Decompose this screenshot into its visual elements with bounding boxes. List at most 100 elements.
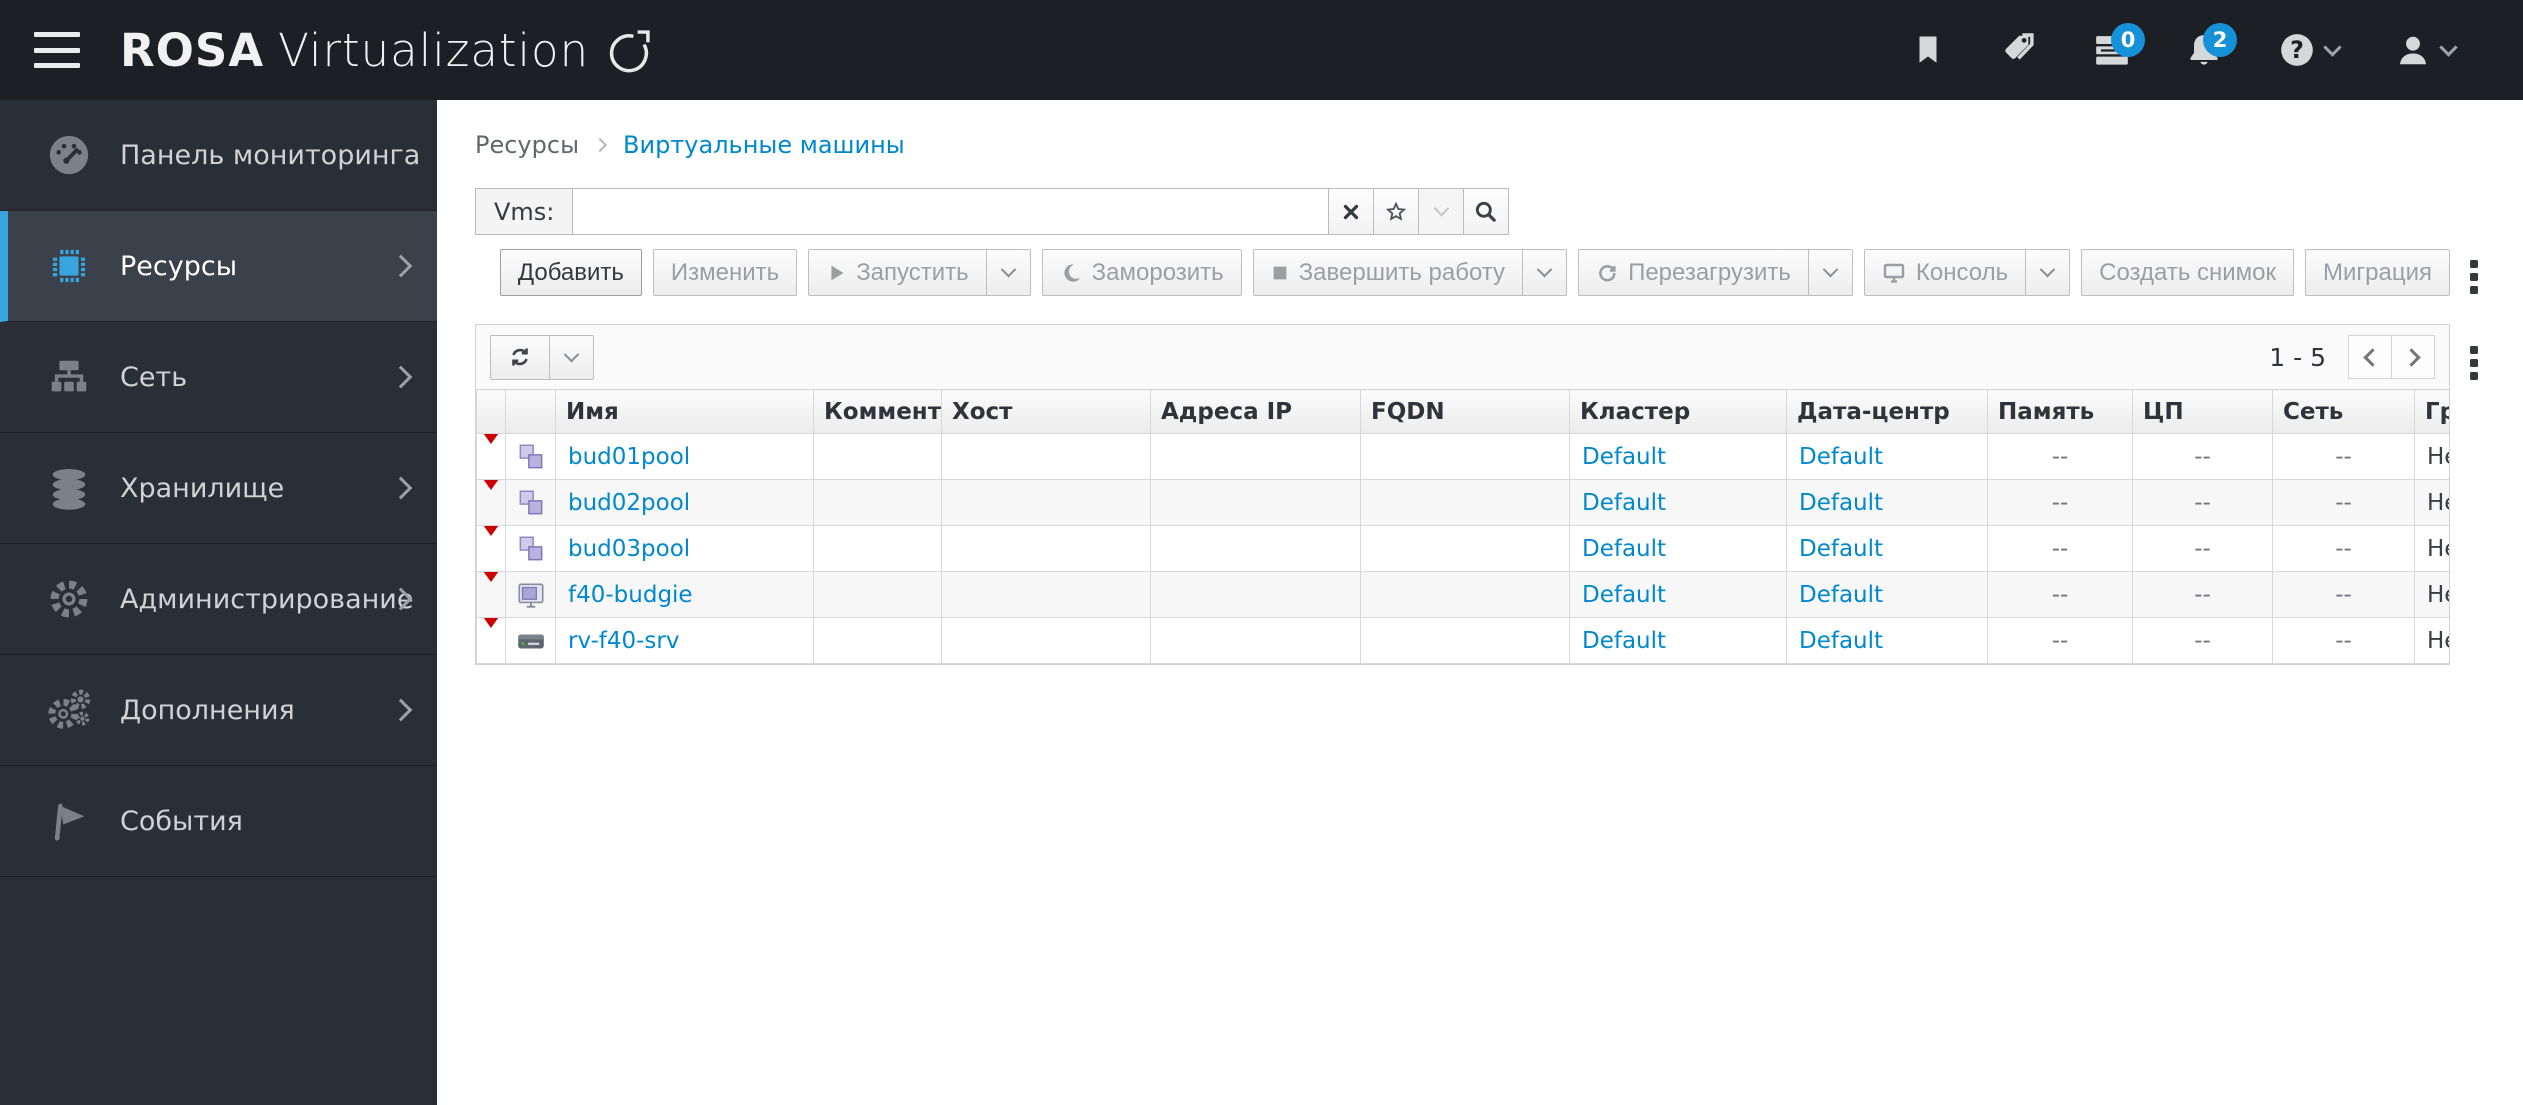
grid-toolbar: 1 - 5	[476, 325, 2449, 389]
col-name[interactable]: Имя	[555, 389, 814, 434]
clear-search-button[interactable]	[1329, 188, 1374, 235]
sidebar-item-addons[interactable]: Дополнения	[0, 655, 437, 766]
col-ip[interactable]: Адреса IP	[1150, 389, 1361, 434]
vm-name-link[interactable]: bud03pool	[568, 536, 690, 562]
shutdown-vm-button[interactable]: Завершить работу	[1252, 249, 1524, 296]
suspend-vm-button[interactable]: Заморозить	[1041, 249, 1242, 296]
breadcrumb-current[interactable]: Виртуальные машины	[623, 131, 905, 159]
sidebar-item-compute[interactable]: Ресурсы	[0, 211, 437, 322]
sidebar-item-storage[interactable]: Хранилище	[0, 433, 437, 544]
sidebar-item-dashboard[interactable]: Панель мониторинга	[0, 100, 437, 211]
help-menu[interactable]: ?	[2265, 15, 2351, 85]
saved-search-dropdown[interactable]	[1419, 188, 1464, 235]
next-page-button[interactable]	[2391, 335, 2435, 379]
alerts-badge: 2	[2203, 23, 2237, 57]
vm-cpu: --	[2132, 525, 2273, 572]
bell-icon[interactable]: 2	[2173, 15, 2237, 85]
table-row[interactable]: bud01pool Default Default -- -- -- Нет	[476, 433, 2449, 480]
user-menu[interactable]	[2381, 15, 2467, 85]
search-button[interactable]	[1464, 188, 1509, 235]
search-input[interactable]	[572, 188, 1329, 235]
col-graphics[interactable]: Графи	[2414, 389, 2449, 434]
bookmark-icon[interactable]	[1897, 15, 1959, 85]
vm-ip	[1150, 571, 1361, 618]
brand-logo[interactable]: ROSA Virtualization	[120, 24, 655, 77]
vm-name-link[interactable]: bud02pool	[568, 490, 690, 516]
datacenter-link[interactable]: Default	[1799, 582, 1883, 608]
star-icon	[1385, 201, 1407, 221]
shutdown-vm-dropdown[interactable]	[1522, 249, 1568, 296]
vm-network: --	[2272, 433, 2415, 480]
vm-pool-icon	[507, 533, 555, 565]
refresh-icon	[512, 348, 528, 366]
col-network[interactable]: Сеть	[2272, 389, 2415, 434]
pagination-range: 1 - 5	[2269, 342, 2326, 372]
migrate-button[interactable]: Миграция	[2305, 249, 2450, 296]
tags-icon[interactable]	[1989, 15, 2051, 85]
edit-vm-button[interactable]: Изменить	[652, 249, 798, 296]
vm-name-link[interactable]: bud01pool	[568, 444, 690, 470]
col-datacenter[interactable]: Дата-центр	[1786, 389, 1988, 434]
breadcrumb: Ресурсы Виртуальные машины	[475, 128, 2523, 162]
run-vm-button[interactable]: Запустить	[808, 249, 987, 296]
table-row[interactable]: bud03pool Default Default -- -- -- Нет	[476, 525, 2449, 572]
reboot-vm-button[interactable]: Перезагрузить	[1578, 249, 1809, 296]
toolbar-kebab-menu[interactable]	[2460, 254, 2488, 300]
sidebar-item-events[interactable]: События	[0, 766, 437, 877]
vm-memory: --	[1987, 479, 2133, 526]
datacenter-link[interactable]: Default	[1799, 536, 1883, 562]
chevron-down-icon	[2438, 37, 2458, 57]
col-memory[interactable]: Память	[1987, 389, 2133, 434]
prev-page-button[interactable]	[2348, 335, 2392, 379]
bookmark-search-button[interactable]	[1374, 188, 1419, 235]
vm-table: Имя Комментар Хост Адреса IP FQDN Класте…	[476, 389, 2449, 664]
vm-name-link[interactable]: rv-f40-srv	[568, 628, 679, 654]
cluster-link[interactable]: Default	[1582, 628, 1666, 654]
datacenter-link[interactable]: Default	[1799, 444, 1883, 470]
tasks-icon[interactable]: 0	[2081, 15, 2145, 85]
cluster-link[interactable]: Default	[1582, 536, 1666, 562]
gauge-icon	[44, 132, 94, 178]
vm-cpu: --	[2132, 617, 2273, 664]
col-cpu[interactable]: ЦП	[2132, 389, 2273, 434]
add-vm-button[interactable]: Добавить	[499, 249, 642, 296]
console-button[interactable]: Консоль	[1863, 249, 2027, 296]
cluster-link[interactable]: Default	[1582, 444, 1666, 470]
grid-kebab-menu[interactable]	[2460, 340, 2488, 386]
run-vm-dropdown[interactable]	[985, 249, 1031, 296]
table-header-row: Имя Комментар Хост Адреса IP FQDN Класте…	[476, 389, 2449, 434]
datacenter-link[interactable]: Default	[1799, 490, 1883, 516]
chevron-down-icon	[2039, 261, 2056, 278]
chevron-down-icon	[563, 346, 580, 362]
datacenter-link[interactable]: Default	[1799, 628, 1883, 654]
sidebar-item-administration[interactable]: Администрирование	[0, 544, 437, 655]
vm-network: --	[2272, 479, 2415, 526]
vm-memory: --	[1987, 571, 2133, 618]
vm-name-link[interactable]: f40-budgie	[568, 582, 693, 608]
cluster-link[interactable]: Default	[1582, 490, 1666, 516]
col-comment[interactable]: Комментар	[813, 389, 942, 434]
stop-icon	[1273, 266, 1287, 279]
sidebar-item-network[interactable]: Сеть	[0, 322, 437, 433]
chevron-down-icon	[1822, 261, 1839, 278]
vm-memory: --	[1987, 617, 2133, 664]
refresh-interval-dropdown[interactable]	[549, 334, 594, 380]
col-host[interactable]: Хост	[941, 389, 1151, 434]
table-row[interactable]: rv-f40-srv Default Default -- -- -- Нет	[476, 617, 2449, 664]
table-row[interactable]: f40-budgie Default Default -- -- -- Нет	[476, 571, 2449, 618]
reboot-vm-dropdown[interactable]	[1807, 249, 1853, 296]
chevron-right-icon	[2401, 347, 2421, 367]
table-row[interactable]: bud02pool Default Default -- -- -- Нет	[476, 479, 2449, 526]
console-dropdown[interactable]	[2025, 249, 2071, 296]
col-fqdn[interactable]: FQDN	[1360, 389, 1570, 434]
database-icon	[44, 465, 94, 511]
vm-graphics: Нет	[2414, 525, 2449, 572]
snapshot-button[interactable]: Создать снимок	[2081, 249, 2294, 296]
hamburger-menu-icon[interactable]	[34, 32, 80, 68]
masthead: ROSA Virtualization 0 2 ?	[0, 0, 2523, 100]
refresh-grid-button[interactable]	[490, 334, 550, 380]
cluster-link[interactable]: Default	[1582, 582, 1666, 608]
col-cluster[interactable]: Кластер	[1569, 389, 1787, 434]
vm-host	[941, 525, 1151, 572]
breadcrumb-parent[interactable]: Ресурсы	[475, 131, 579, 159]
